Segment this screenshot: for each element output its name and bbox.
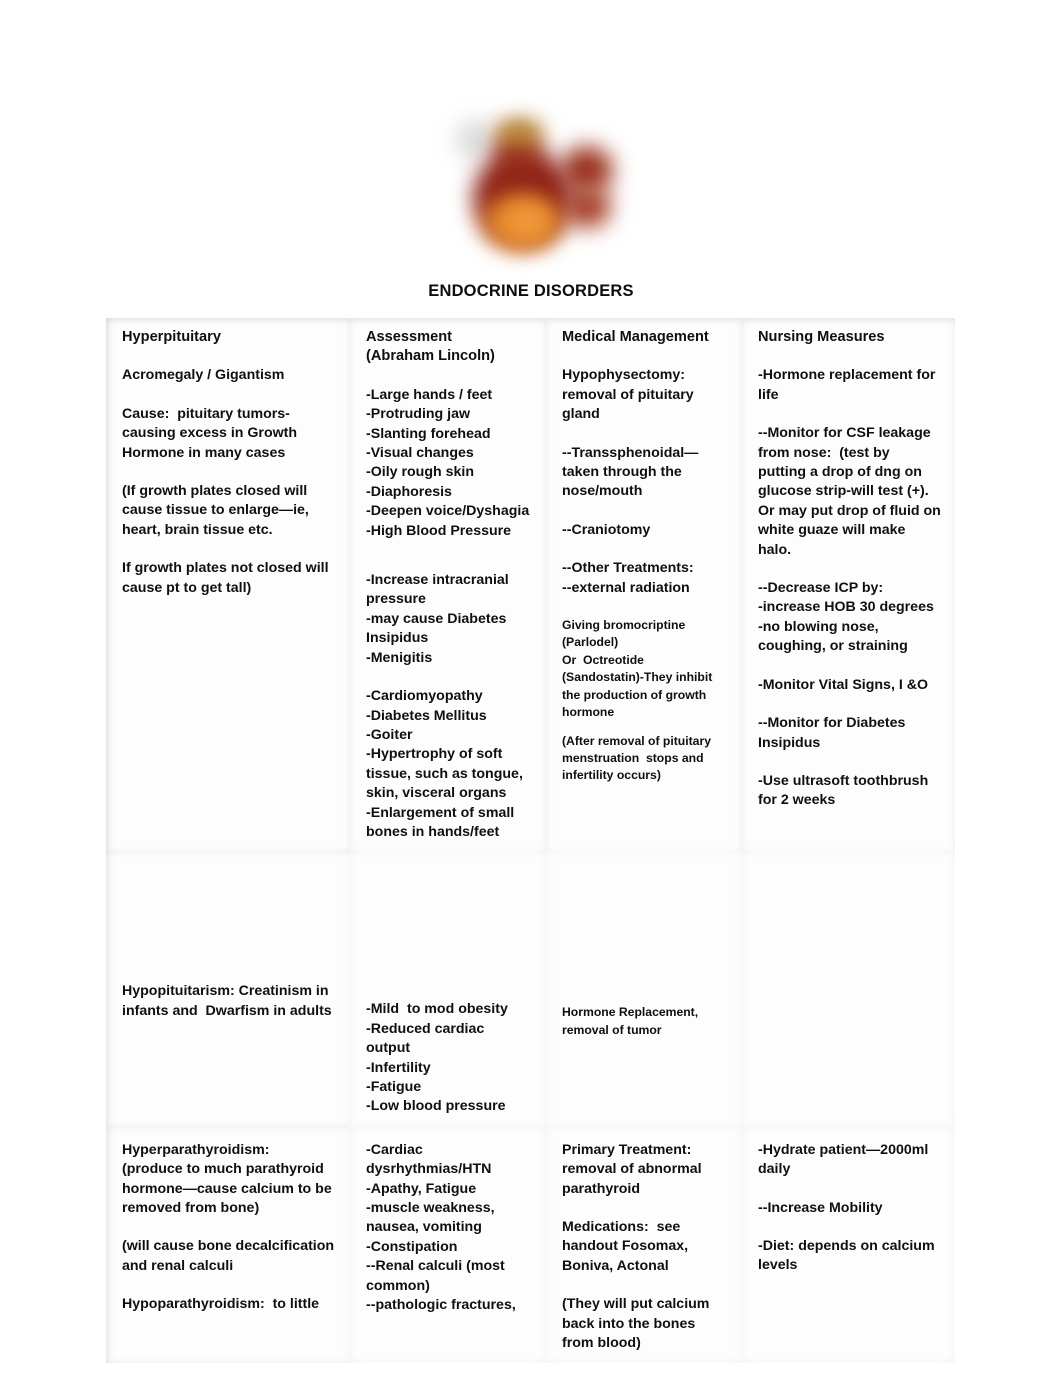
- cell-hyperparathyroidism-assessment: -Cardiac dysrhythmias/HTN -Apathy, Fatig…: [350, 1126, 546, 1364]
- acromegaly-cause: Cause: pituitary tumors-causing excess i…: [122, 405, 301, 461]
- hyperpara-diet: -Diet: depends on calcium levels: [758, 1238, 939, 1274]
- page-title: ENDOCRINE DISORDERS: [428, 282, 634, 300]
- hypopituitarism-signs: -Mild to mod obesity -Reduced cardiac ou…: [366, 1001, 508, 1115]
- table-row: Hyperpituitary Acromegaly / Gigantism Ca…: [106, 318, 955, 853]
- assessment-signs-group-2: -Increase intracranial pressure -may cau…: [366, 572, 509, 666]
- cell-hyperparathyroidism-management: Primary Treatment: removal of abnormal p…: [546, 1126, 742, 1364]
- endocrine-disorders-table: Hyperpituitary Acromegaly / Gigantism Ca…: [106, 318, 955, 1364]
- assessment-signs-group-3: -Cardiomyopathy -Diabetes Mellitus -Goit…: [366, 688, 523, 840]
- hypopituitarism-treatment: Hormone Replacement, removal of tumor: [562, 1005, 702, 1037]
- blurred-header-photo: [455, 112, 635, 267]
- hyperparathyroidism-signs: -Cardiac dysrhythmias/HTN -Apathy, Fatig…: [366, 1141, 516, 1314]
- hyperpara-calcium-note: (They will put calcium back into the bon…: [562, 1296, 714, 1352]
- photo-highlight-blob: [505, 204, 549, 240]
- nm-csf-leakage: --Monitor for CSF leakage from nose: (te…: [758, 425, 945, 558]
- column-header-hyperpituitary: Hyperpituitary: [122, 329, 221, 345]
- mm-craniotomy: --Craniotomy: [562, 521, 651, 538]
- assessment-signs-group-1: -Large hands / feet -Protruding jaw -Sla…: [366, 386, 530, 539]
- hyperpara-primary-treatment: Primary Treatment: removal of abnormal p…: [562, 1141, 702, 1197]
- photo-shadow-blob: [457, 120, 491, 160]
- hyperparathyroidism-title: Hyperparathyroidism: (produce to much pa…: [122, 1141, 332, 1216]
- cell-hyperpituitary: Hyperpituitary Acromegaly / Gigantism Ca…: [106, 318, 350, 853]
- cell-hypopituitarism-management: Hormone Replacement, removal of tumor: [546, 852, 742, 1127]
- hypoparathyroidism-title: Hypoparathyroidism: to little: [122, 1296, 320, 1313]
- nm-hormone-replacement: -Hormone replacement for life: [758, 367, 940, 403]
- nm-decrease-icp: --Decrease ICP by: -increase HOB 30 degr…: [758, 580, 934, 655]
- cell-hypopituitarism-assessment: -Mild to mod obesity -Reduced cardiac ou…: [350, 852, 546, 1127]
- photo-bottle-cap-blob: [495, 120, 543, 146]
- nm-ultrasoft-toothbrush: -Use ultrasoft toothbrush for 2 weeks: [758, 772, 933, 809]
- mm-post-removal-note: (After removal of pituitary menstruation…: [562, 733, 715, 783]
- cell-nursing-measures: Nursing Measures -Hormone replacement fo…: [742, 318, 955, 853]
- mm-medications-note: Giving bromocriptine (Parlodel) Or Octre…: [562, 618, 713, 720]
- hyperparathyroidism-note: (will cause bone decalcification and ren…: [122, 1238, 339, 1274]
- nm-monitor-vitals: -Monitor Vital Signs, I &O: [758, 676, 928, 693]
- mm-other-treatments: --Other Treatments: --external radiation: [562, 560, 694, 596]
- cell-hypopituitarism: Hypopituitarism: Creatinism in infants a…: [106, 852, 350, 1127]
- table-row: Hyperparathyroidism: (produce to much pa…: [106, 1126, 955, 1364]
- mm-hypophysectomy: Hypophysectomy: removal of pituitary gla…: [562, 367, 694, 423]
- mm-transsphenoidal: --Transsphenoidal—taken through the nose…: [562, 444, 699, 500]
- column-header-assessment: Assessment (Abraham Lincoln): [366, 329, 495, 365]
- cell-hypopituitarism-nursing: [742, 852, 955, 1127]
- table-row: Hypopituitarism: Creatinism in infants a…: [106, 852, 955, 1127]
- cell-medical-management: Medical Management Hypophysectomy: remov…: [546, 318, 742, 853]
- cell-hyperparathyroidism-nursing: -Hydrate patient—2000ml daily --Increase…: [742, 1126, 955, 1364]
- column-header-nursing-measures: Nursing Measures: [758, 329, 885, 345]
- hyperpara-medications: Medications: see handout Fosomax, Boniva…: [562, 1219, 693, 1274]
- hyperpara-hydrate-patient: -Hydrate patient—2000ml daily: [758, 1141, 933, 1178]
- hyperpara-increase-mobility: --Increase Mobility: [758, 1199, 883, 1216]
- cell-hyperparathyroidism: Hyperparathyroidism: (produce to much pa…: [106, 1126, 350, 1364]
- cell-assessment: Assessment (Abraham Lincoln) -Large hand…: [350, 318, 546, 853]
- nm-monitor-diabetes-insipidus: --Monitor for Diabetes Insipidus: [758, 715, 910, 751]
- column-header-medical-management: Medical Management: [562, 329, 709, 345]
- acromegaly-note-growth-plates-closed: (If growth plates closed will cause tiss…: [122, 483, 313, 538]
- hypopituitarism-title: Hypopituitarism: Creatinism in infants a…: [122, 983, 333, 1019]
- acromegaly-title: Acromegaly / Gigantism: [122, 367, 285, 384]
- acromegaly-note-growth-plates-open: If growth plates not closed will cause p…: [122, 560, 333, 596]
